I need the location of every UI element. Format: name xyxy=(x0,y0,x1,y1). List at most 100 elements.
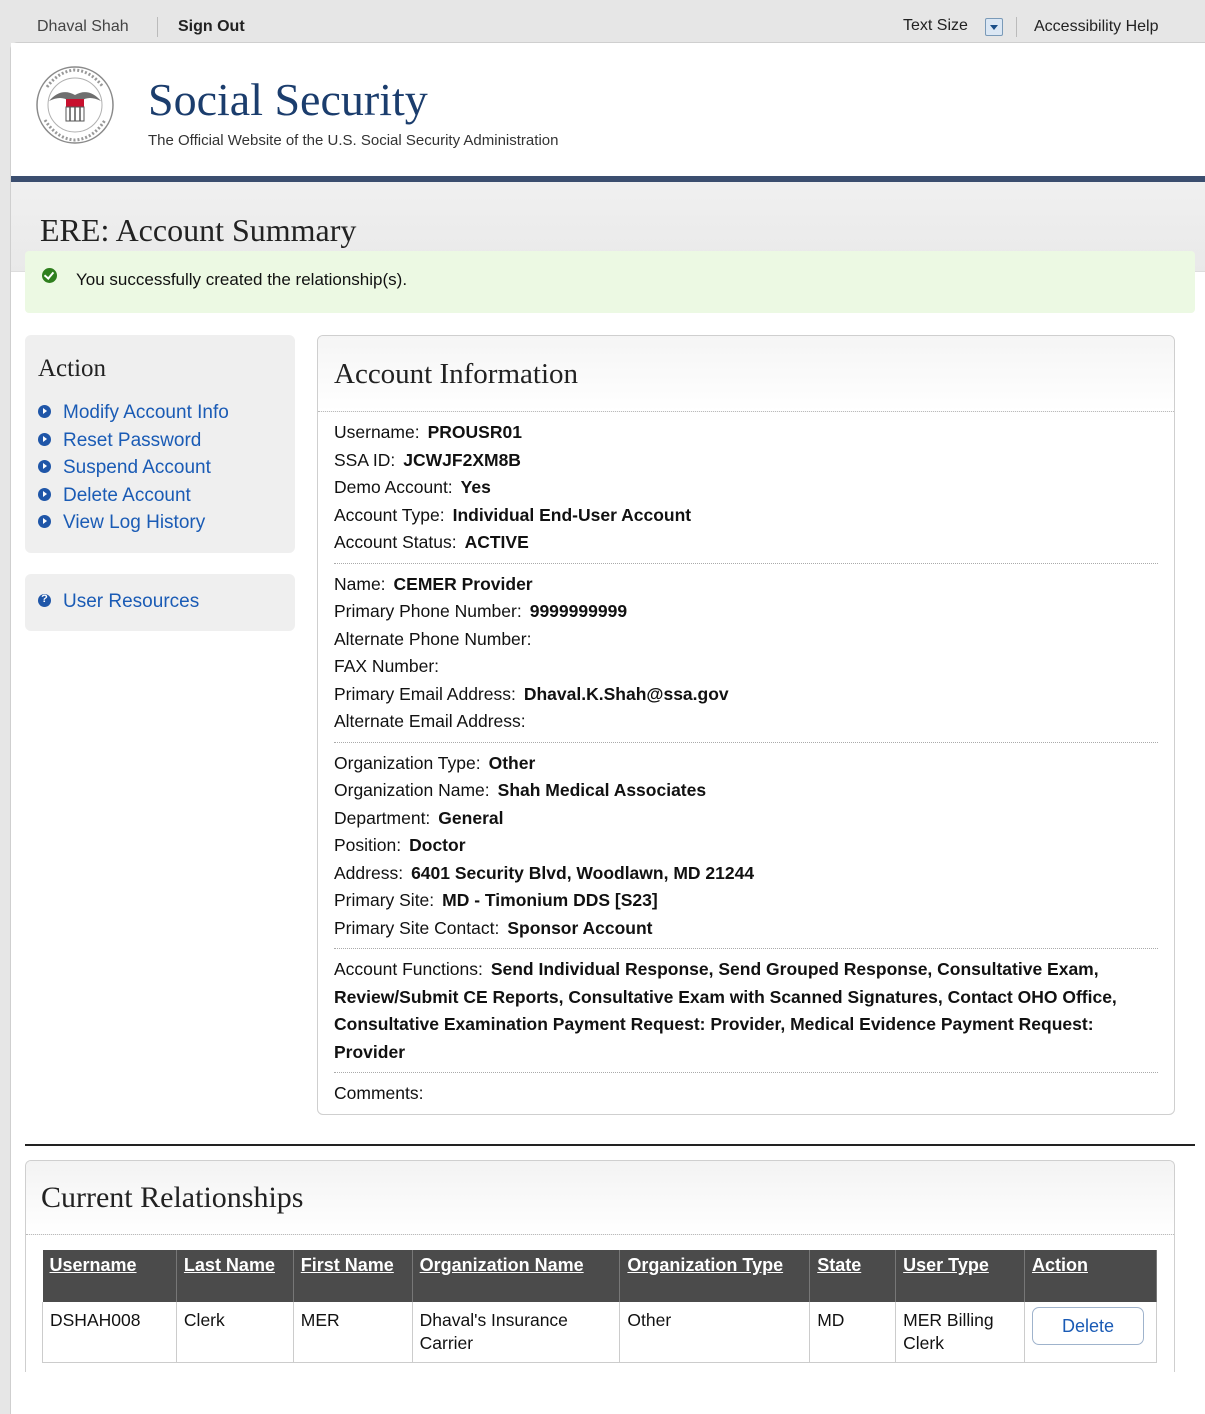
cell-first-name: MER xyxy=(293,1302,413,1363)
action-link[interactable]: Suspend Account xyxy=(63,457,211,479)
action-item-delete-account[interactable]: Delete Account xyxy=(38,485,229,513)
column-header[interactable]: Organization Name xyxy=(412,1250,621,1302)
info-row: Username: PROUSR01 xyxy=(334,419,1158,447)
info-label: Alternate Email Address: xyxy=(334,711,526,731)
cell-state: MD xyxy=(809,1302,897,1363)
cell-organization-type: Other xyxy=(619,1302,811,1363)
site-title[interactable]: Social Security xyxy=(148,73,428,126)
sign-out-link[interactable]: Sign Out xyxy=(178,18,245,36)
cell-username: DSHAH008 xyxy=(42,1302,177,1363)
info-label: SSA ID: xyxy=(334,449,396,470)
arrow-circle-icon xyxy=(38,405,51,418)
action-link[interactable]: Modify Account Info xyxy=(63,402,229,424)
cell-action: Delete xyxy=(1024,1302,1158,1363)
info-row: Alternate Email Address: xyxy=(334,708,1158,736)
account-section: Comments: xyxy=(334,1073,1158,1114)
chevron-down-icon[interactable] xyxy=(985,18,1003,36)
question-circle-icon xyxy=(38,593,51,607)
info-value: Other xyxy=(488,752,536,773)
ssa-seal-icon xyxy=(36,66,114,144)
info-value: MD - Timonium DDS [S23] xyxy=(442,890,658,910)
action-link[interactable]: Delete Account xyxy=(63,485,191,507)
info-label: Primary Email Address: xyxy=(334,683,516,704)
table-row: DSHAH008 Clerk MER Dhaval's Insurance Ca… xyxy=(42,1302,1158,1363)
info-label: Account Type: xyxy=(334,504,445,525)
info-row: Primary Phone Number: 9999999999 xyxy=(334,598,1158,626)
accessibility-help-link[interactable]: Accessibility Help xyxy=(1034,18,1158,36)
info-value: Yes xyxy=(460,477,491,497)
cell-organization-name: Dhaval's Insurance Carrier xyxy=(412,1302,621,1363)
user-resources-link[interactable]: User Resources xyxy=(63,591,199,613)
info-row: Primary Site Contact: Sponsor Account xyxy=(334,915,1158,943)
column-header[interactable]: Username xyxy=(42,1250,177,1302)
info-value: JCWJF2XM8B xyxy=(403,449,521,470)
action-list: Modify Account Info Reset Password Suspe… xyxy=(38,402,229,540)
action-link[interactable]: View Log History xyxy=(63,512,205,534)
card-header: Current Relationships xyxy=(26,1161,1174,1235)
arrow-circle-icon xyxy=(38,432,51,446)
info-label: Name: xyxy=(334,573,386,594)
info-label: Primary Site: xyxy=(334,890,435,910)
site-subtitle: The Official Website of the U.S. Social … xyxy=(148,132,559,149)
column-header[interactable]: State xyxy=(809,1250,897,1302)
action-item-modify-account-info[interactable]: Modify Account Info xyxy=(38,402,229,430)
info-value: Individual End-User Account xyxy=(452,504,692,525)
info-label: Position: xyxy=(334,835,402,855)
account-section: Name: CEMER Provider Primary Phone Number:… xyxy=(334,564,1158,743)
card-header: Account Information xyxy=(318,336,1174,412)
info-value: 6401 Security Blvd, Woodlawn, MD 21244 xyxy=(411,862,755,883)
delete-button[interactable]: Delete xyxy=(1031,1307,1144,1345)
column-header[interactable]: First Name xyxy=(293,1250,413,1302)
info-row: Primary Email Address: Dhaval.K.Shah@ssa.… xyxy=(334,681,1158,709)
account-section: Username: PROUSR01 SSA ID: JCWJF2XM8B Demo A… xyxy=(334,412,1158,564)
action-item-suspend-account[interactable]: Suspend Account xyxy=(38,457,229,485)
account-section: Account Functions: Send Individual Respon… xyxy=(334,949,1158,1073)
action-item-view-log-history[interactable]: View Log History xyxy=(38,512,229,540)
table-header-row: Username Last Name First Name Organizati… xyxy=(42,1250,1158,1302)
info-row: Organization Name: Shah Medical Associate… xyxy=(334,777,1158,805)
info-label: Comments: xyxy=(334,1083,424,1103)
info-row: SSA ID: JCWJF2XM8B xyxy=(334,447,1158,475)
relationships-table: Username Last Name First Name Organizati… xyxy=(42,1250,1158,1363)
info-label: Department: xyxy=(334,807,431,828)
section-divider xyxy=(25,1144,1195,1146)
info-row: Account Status: ACTIVE xyxy=(334,529,1158,557)
info-row: Account Type: Individual End-User Account xyxy=(334,502,1158,530)
account-information-card: Account Information Username: PROUSR01 SSA… xyxy=(317,335,1175,1115)
info-row: Organization Type: Other xyxy=(334,750,1158,778)
arrow-circle-icon xyxy=(38,460,51,473)
column-header[interactable]: Organization Type xyxy=(619,1250,811,1302)
page-title: ERE: Account Summary xyxy=(40,212,357,248)
action-panel: Action Modify Account Info Reset Passwor… xyxy=(25,335,295,553)
info-row: Comments: xyxy=(334,1080,1158,1108)
user-resources-item[interactable]: User Resources xyxy=(38,591,199,613)
arrow-circle-icon xyxy=(38,487,51,501)
info-row: Address: 6401 Security Blvd, Woodlawn, MD… xyxy=(334,860,1158,888)
info-value: Doctor xyxy=(409,835,466,855)
action-link[interactable]: Reset Password xyxy=(63,430,201,452)
divider xyxy=(157,17,158,37)
action-item-reset-password[interactable]: Reset Password xyxy=(38,430,229,458)
cell-last-name: Clerk xyxy=(176,1302,294,1363)
user-name: Dhaval Shah xyxy=(37,18,129,35)
current-relationships-card: Current Relationships Username Last Name… xyxy=(25,1160,1175,1372)
info-value: Shah Medical Associates xyxy=(497,780,707,800)
info-label: Account Status: xyxy=(334,532,457,552)
info-label: Address: xyxy=(334,862,404,883)
info-label: Username: xyxy=(334,422,420,442)
info-value: Sponsor Account xyxy=(507,917,653,938)
column-header[interactable]: Last Name xyxy=(176,1250,294,1302)
column-header[interactable]: Action xyxy=(1024,1250,1158,1302)
info-row: Name: CEMER Provider xyxy=(334,571,1158,599)
info-label: Demo Account: xyxy=(334,477,453,497)
info-row: Demo Account: Yes xyxy=(334,474,1158,502)
success-alert: You successfully created the relationshi… xyxy=(25,251,1195,313)
text-size-label[interactable]: Text Size xyxy=(903,17,968,35)
action-heading: Action xyxy=(38,355,107,382)
info-row: FAX Number: xyxy=(334,653,1158,681)
alert-message: You successfully created the relationshi… xyxy=(76,270,408,289)
info-value: CEMER Provider xyxy=(393,573,533,594)
check-circle-icon xyxy=(42,268,57,283)
info-value: PROUSR01 xyxy=(427,422,522,442)
column-header[interactable]: User Type xyxy=(895,1250,1025,1302)
